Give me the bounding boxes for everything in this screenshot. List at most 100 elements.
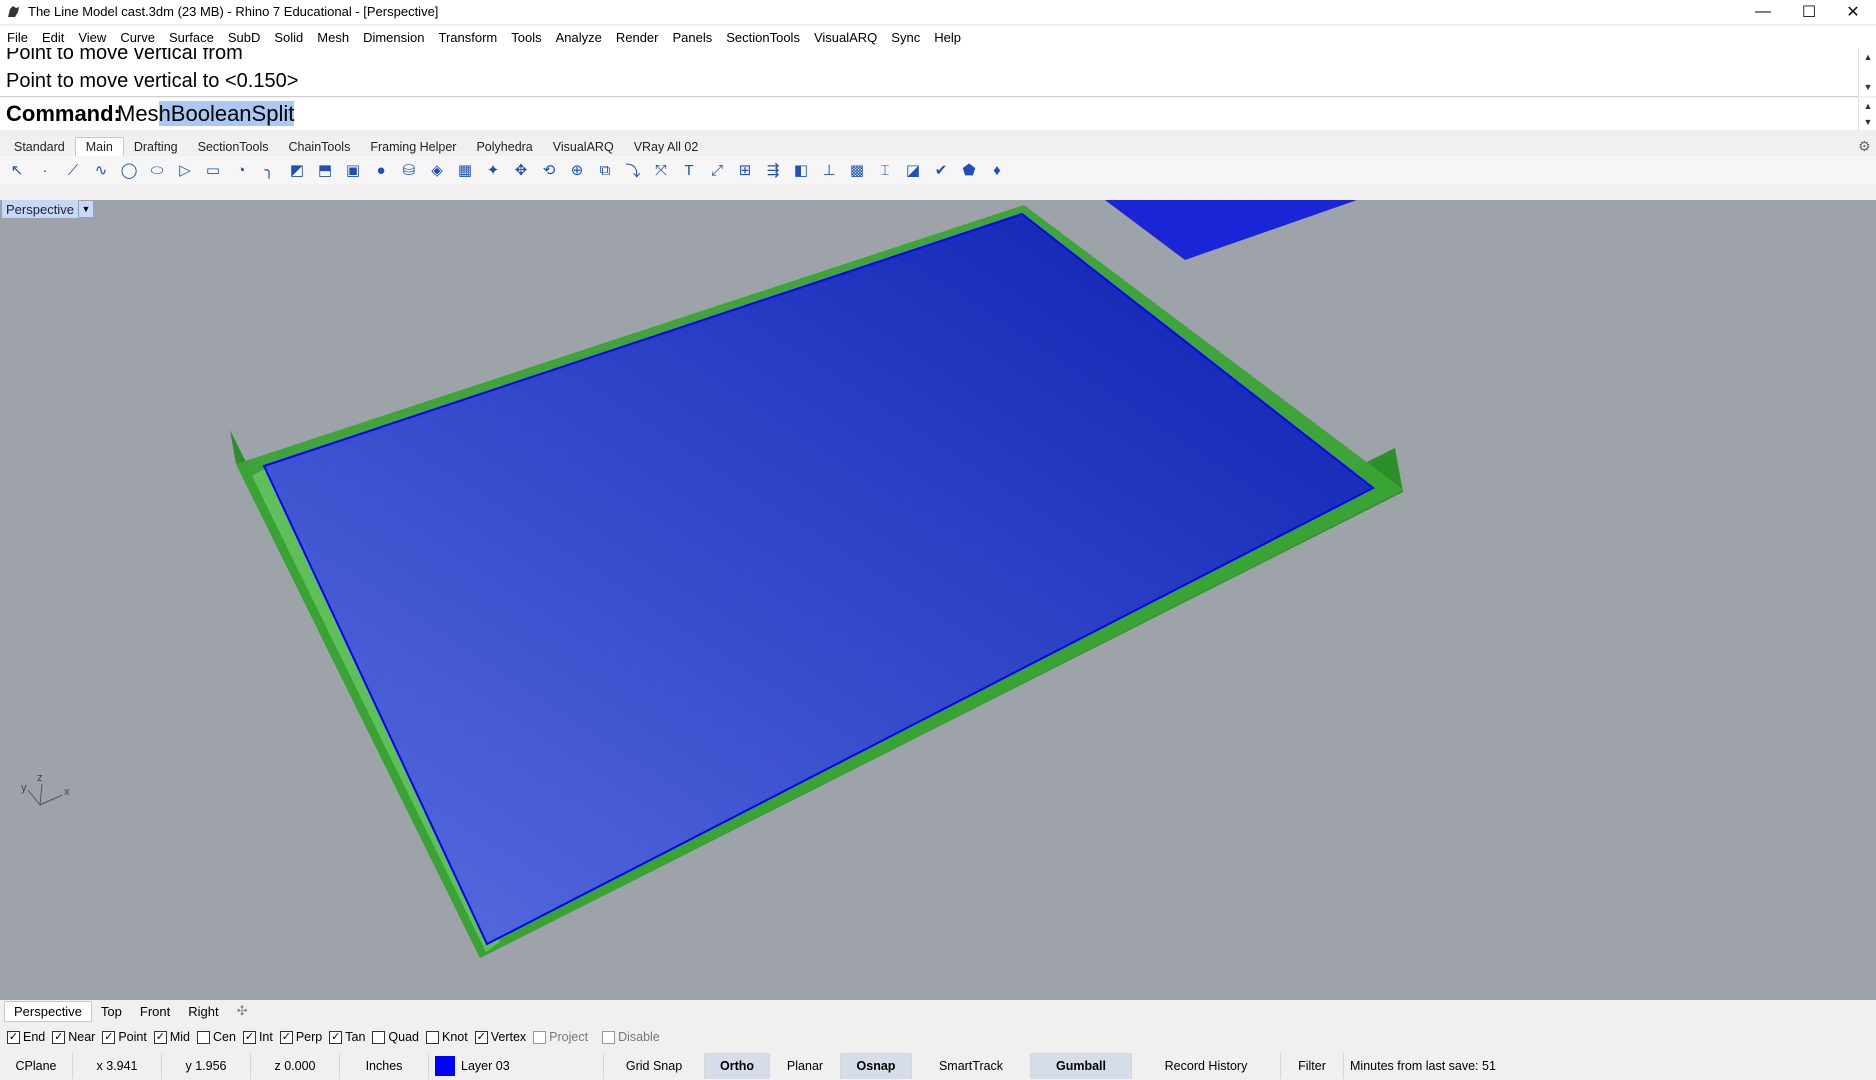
orient-icon[interactable]: ⇶ [762, 159, 784, 181]
tab-top[interactable]: Top [92, 1002, 131, 1021]
tab-framing-helper[interactable]: Framing Helper [360, 138, 466, 156]
loft-icon[interactable]: ◈ [426, 159, 448, 181]
curve-tool-icon[interactable]: ⤵ [622, 159, 644, 181]
checkbox-icon[interactable]: ✓ [329, 1030, 343, 1044]
osnap-project[interactable]: Project [533, 1030, 588, 1044]
gear-icon[interactable]: ⚙ [1858, 138, 1871, 155]
menu-file[interactable]: File [0, 30, 35, 45]
tab-right[interactable]: Right [179, 1002, 227, 1021]
osnap-tan[interactable]: ✓ Tan [329, 1030, 365, 1044]
circle-icon[interactable]: ◯ [118, 159, 140, 181]
menu-sectiontools[interactable]: SectionTools [719, 30, 807, 45]
mesh-object-partial[interactable] [1105, 200, 1357, 260]
tab-vray-all[interactable]: VRay All 02 [624, 138, 709, 156]
dimension-icon[interactable]: ⊥ [818, 159, 840, 181]
cylinder-icon[interactable]: ⛁ [398, 159, 420, 181]
tab-visualarq[interactable]: VisualARQ [543, 138, 624, 156]
group-icon[interactable]: ⧉ [594, 159, 616, 181]
surface-icon[interactable]: ◩ [286, 159, 308, 181]
menu-transform[interactable]: Transform [431, 30, 504, 45]
osnap-vertex[interactable]: ✓ Vertex [474, 1030, 526, 1044]
units-label[interactable]: Inches [340, 1053, 429, 1079]
checkbox-icon[interactable] [197, 1030, 210, 1044]
point-icon[interactable]: · [34, 159, 56, 181]
menu-analyze[interactable]: Analyze [549, 30, 609, 45]
maximize-button[interactable]: ☐ [1786, 0, 1832, 24]
menu-subd[interactable]: SubD [221, 30, 268, 45]
checkbox-icon[interactable] [372, 1030, 386, 1044]
fillet-icon[interactable]: ╮ [258, 159, 280, 181]
osnap-disable[interactable]: Disable [602, 1030, 660, 1044]
sphere-icon[interactable]: ● [370, 159, 392, 181]
polyline-icon[interactable]: ⟋ [62, 159, 84, 181]
box-icon[interactable]: ▣ [342, 159, 364, 181]
ortho-toggle[interactable]: Ortho [705, 1053, 770, 1079]
osnap-int[interactable]: ✓ Int [242, 1030, 273, 1044]
close-button[interactable]: ✕ [1830, 0, 1876, 24]
polygon-icon[interactable]: ▷ [174, 159, 196, 181]
menu-render[interactable]: Render [609, 30, 666, 45]
history-scrollbar[interactable]: ▲ ▼ [1858, 48, 1876, 96]
tab-main[interactable]: Main [74, 137, 124, 156]
arc-icon[interactable]: ◔ [230, 159, 252, 181]
menu-visualarq[interactable]: VisualARQ [807, 30, 884, 45]
gumball-icon[interactable]: ⤧ [650, 159, 672, 181]
menu-view[interactable]: View [71, 30, 113, 45]
move-icon[interactable]: ✥ [510, 159, 532, 181]
minimize-button[interactable]: — [1740, 0, 1786, 24]
command-line[interactable]: Command: MeshBooleanSplit [0, 98, 1858, 130]
osnap-toggle[interactable]: Osnap [841, 1053, 912, 1079]
rectangle-icon[interactable]: ▭ [202, 159, 224, 181]
checkbox-icon[interactable]: ✓ [102, 1030, 116, 1044]
check-icon[interactable]: ✔ [930, 159, 952, 181]
tab-sectiontools[interactable]: SectionTools [188, 138, 279, 156]
osnap-point[interactable]: ✓ Point [102, 1030, 147, 1044]
checkbox-icon[interactable]: ✓ [242, 1030, 256, 1044]
checkbox-icon[interactable]: ✓ [7, 1030, 20, 1044]
perspective-viewport[interactable]: Perspective ▼ x y z [0, 200, 1876, 1000]
section-icon[interactable]: ◪ [902, 159, 924, 181]
menu-panels[interactable]: Panels [665, 30, 719, 45]
menu-mesh[interactable]: Mesh [310, 30, 356, 45]
boolean-icon[interactable]: ⊕ [566, 159, 588, 181]
chevron-down-icon[interactable]: ▼ [78, 201, 93, 217]
rotate-icon[interactable]: ⟲ [538, 159, 560, 181]
scroll-up-icon[interactable]: ▲ [1859, 50, 1876, 64]
planar-toggle[interactable]: Planar [770, 1053, 841, 1079]
text-icon[interactable]: T [678, 159, 700, 181]
menu-help[interactable]: Help [927, 30, 968, 45]
osnap-cen[interactable]: Cen [197, 1030, 236, 1044]
command-scrollbar[interactable]: ▲ ▼ [1858, 98, 1876, 130]
osnap-knot[interactable]: Knot [426, 1030, 468, 1044]
view-icon[interactable]: ◧ [790, 159, 812, 181]
shade-icon[interactable]: ⬟ [958, 159, 980, 181]
tab-chaintools[interactable]: ChainTools [278, 138, 360, 156]
checkbox-icon[interactable] [602, 1030, 616, 1044]
checkbox-icon[interactable] [533, 1030, 547, 1044]
grid-icon[interactable]: ▩ [846, 159, 868, 181]
checkbox-icon[interactable]: ✓ [279, 1030, 293, 1044]
array-icon[interactable]: ⊞ [734, 159, 756, 181]
scroll-down-icon[interactable]: ▼ [1859, 80, 1876, 94]
command-input[interactable]: MeshBooleanSplit [117, 101, 295, 127]
scale-icon[interactable]: ⤢ [706, 159, 728, 181]
checkbox-icon[interactable] [426, 1030, 439, 1044]
viewport-label[interactable]: Perspective [2, 200, 78, 218]
scroll-up-icon[interactable]: ▲ [1859, 99, 1876, 113]
layer-selector[interactable]: Layer 03 [429, 1053, 604, 1079]
tab-perspective[interactable]: Perspective [4, 1000, 92, 1022]
tab-polyhedra[interactable]: Polyhedra [466, 138, 542, 156]
ellipse-icon[interactable]: ⬭ [146, 159, 168, 181]
osnap-near[interactable]: ✓ Near [52, 1030, 95, 1044]
menu-dimension[interactable]: Dimension [356, 30, 431, 45]
render-icon[interactable]: ♦ [986, 159, 1008, 181]
menu-solid[interactable]: Solid [267, 30, 310, 45]
filter-button[interactable]: Filter [1281, 1053, 1344, 1079]
smarttrack-toggle[interactable]: SmartTrack [912, 1053, 1031, 1079]
checkbox-icon[interactable]: ✓ [474, 1030, 488, 1044]
checkbox-icon[interactable]: ✓ [153, 1030, 167, 1044]
osnap-end[interactable]: ✓ End [7, 1030, 45, 1044]
cplane-button[interactable]: CPlane [0, 1053, 73, 1079]
extrude-icon[interactable]: ⬒ [314, 159, 336, 181]
select-arrow-icon[interactable]: ↖ [6, 159, 28, 181]
